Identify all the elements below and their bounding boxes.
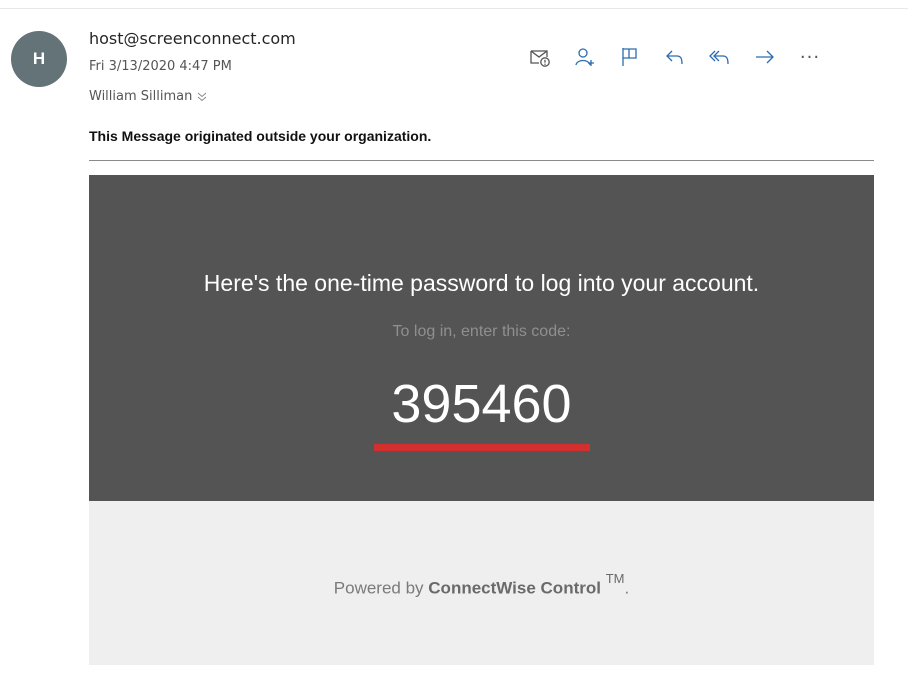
otp-instruction: To log in, enter this code: [392, 323, 571, 340]
chevron-down-double-icon[interactable] [196, 91, 208, 103]
add-contact-button[interactable] [573, 45, 597, 69]
external-sender-warning: This Message originated outside your org… [89, 128, 432, 144]
recipient-line[interactable]: William Silliman [89, 89, 208, 104]
forward-button[interactable] [753, 45, 777, 69]
flag-button[interactable] [618, 45, 642, 69]
avatar-initial: H [32, 49, 46, 68]
forward-icon [756, 50, 774, 64]
brand-name: ConnectWise Control [428, 578, 601, 598]
otp-banner: Here's the one-time password to log into… [89, 175, 874, 501]
reply-button[interactable] [663, 45, 687, 69]
more-actions-icon: ··· [799, 46, 821, 68]
otp-code: 395460 [391, 374, 572, 434]
flag-icon [622, 48, 637, 66]
otp-code-underline [374, 444, 590, 451]
sender-avatar[interactable]: H [11, 31, 67, 87]
reply-all-button[interactable] [708, 45, 732, 69]
powered-by-suffix: . [624, 578, 630, 598]
reply-all-icon [709, 50, 729, 65]
warning-divider [89, 160, 874, 161]
more-actions-button[interactable]: ··· [798, 45, 822, 69]
reply-icon [666, 50, 683, 65]
add-contact-icon [575, 48, 594, 66]
immersive-reader-button[interactable] [528, 45, 552, 69]
sent-date: Fri 3/13/2020 4:47 PM [89, 59, 232, 74]
top-divider [0, 8, 908, 9]
immersive-reader-icon [530, 50, 550, 67]
recipient-name: William Silliman [89, 89, 193, 104]
otp-headline: Here's the one-time password to log into… [203, 270, 760, 296]
email-reading-pane: H host@screenconnect.com Fri 3/13/2020 4… [0, 0, 908, 698]
powered-by-line: Powered by ConnectWise Control TM. [89, 571, 874, 599]
trademark-mark: TM [605, 571, 625, 586]
powered-by-prefix: Powered by [333, 578, 429, 598]
email-footer: Powered by ConnectWise Control TM. [89, 501, 874, 665]
sender-address[interactable]: host@screenconnect.com [89, 29, 296, 48]
message-toolbar: ··· [528, 42, 822, 72]
